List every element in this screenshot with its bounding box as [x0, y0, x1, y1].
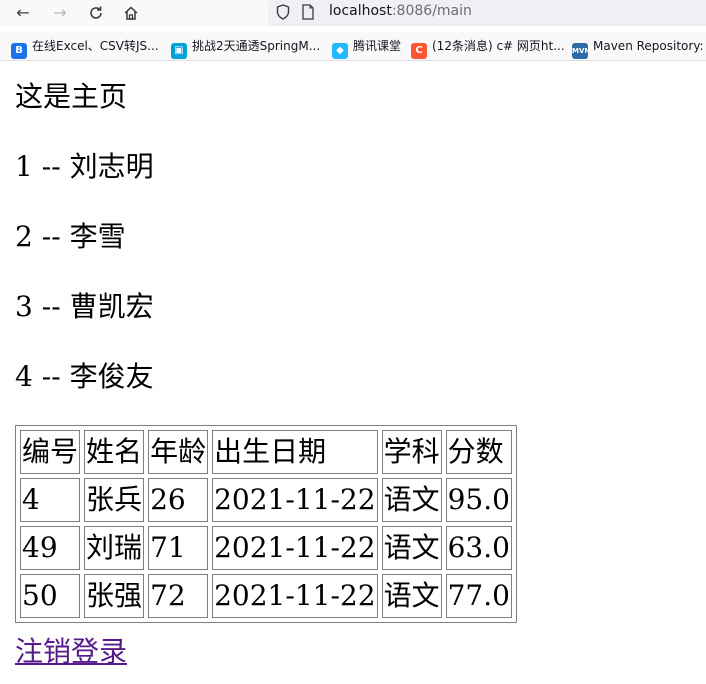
header-cell-birthdate: 出生日期: [212, 430, 378, 474]
cell-id: 49: [20, 526, 81, 570]
table-header-row: 编号 姓名 年龄 出生日期 学科 分数: [20, 430, 512, 474]
cell-name: 张兵: [84, 478, 145, 522]
user-separator: --: [32, 150, 70, 183]
header-cell-age: 年龄: [148, 430, 209, 474]
header-cell-id: 编号: [20, 430, 81, 474]
bookmark-item[interactable]: ▣ 挑战2天通透SpringM...: [171, 37, 321, 59]
user-separator: --: [32, 290, 70, 323]
cell-birthdate: 2021-11-22: [212, 478, 378, 522]
user-separator: --: [32, 360, 70, 393]
url-host: localhost: [329, 3, 392, 19]
bookmark-label: 挑战2天通透SpringM...: [192, 39, 321, 53]
bookmark-label: 在线Excel、CSV转JS...: [32, 39, 159, 53]
user-id: 2: [15, 220, 33, 253]
cell-age: 71: [148, 526, 209, 570]
bookmark-item[interactable]: B 在线Excel、CSV转JS...: [11, 37, 159, 59]
user-id: 4: [15, 360, 33, 393]
header-cell-subject: 学科: [381, 430, 442, 474]
page-info-icon[interactable]: [302, 4, 314, 20]
bookmark-label: 腾讯课堂: [353, 39, 402, 53]
bookmark-item[interactable]: ◆ 腾讯课堂: [332, 37, 402, 59]
mvn-icon: MVN: [572, 43, 590, 59]
user-line: 1 -- 刘志明: [15, 150, 154, 184]
page-title-text: 这是主页: [15, 80, 128, 113]
user-separator: --: [32, 220, 70, 253]
bookmarks-bar: B 在线Excel、CSV转JS... ▣ 挑战2天通透SpringM... ◆ 腾讯…: [0, 32, 706, 61]
bookmark-label: (12条消息) c# 网页ht...: [432, 39, 565, 53]
user-line: 2 -- 李雪: [15, 220, 126, 254]
user-id: 3: [15, 290, 33, 323]
tracking-protection-shield-icon[interactable]: [276, 4, 290, 20]
cell-score: 63.0: [445, 526, 512, 570]
user-name: 刘志明: [69, 150, 154, 183]
cell-score: 77.0: [445, 574, 512, 618]
header-cell-name: 姓名: [84, 430, 145, 474]
cell-name: 张强: [84, 574, 145, 618]
table-row: 4 张兵 26 2021-11-22 语文 95.0: [20, 478, 512, 522]
cell-name: 刘瑞: [84, 526, 145, 570]
home-icon[interactable]: [120, 2, 142, 24]
user-line: 3 -- 曹凯宏: [15, 290, 154, 324]
bilibili-icon: ▣: [171, 43, 187, 59]
address-bar[interactable]: localhost:8086/main: [268, 0, 706, 26]
cell-id: 50: [20, 574, 81, 618]
cell-birthdate: 2021-11-22: [212, 574, 378, 618]
logout-link[interactable]: 注销登录: [15, 634, 127, 670]
user-line: 4 -- 李俊友: [15, 360, 154, 394]
cell-subject: 语文: [381, 574, 442, 618]
cell-subject: 语文: [381, 478, 442, 522]
cell-birthdate: 2021-11-22: [212, 526, 378, 570]
url-text[interactable]: localhost:8086/main: [329, 3, 472, 19]
page-title: 这是主页: [15, 80, 127, 114]
forward-arrow-icon[interactable]: →: [49, 2, 71, 24]
scores-table: 编号 姓名 年龄 出生日期 学科 分数 4 张兵 26 2021-11-22 语…: [15, 425, 517, 623]
table-row: 49 刘瑞 71 2021-11-22 语文 63.0: [20, 526, 512, 570]
reload-icon[interactable]: [85, 2, 107, 24]
cell-age: 26: [148, 478, 209, 522]
browser-toolbar: ← → localhost:8086/main: [0, 0, 706, 26]
csdn-icon: C: [411, 43, 427, 59]
cell-subject: 语文: [381, 526, 442, 570]
tencent-classroom-icon: ◆: [332, 43, 348, 59]
url-path: :8086/main: [391, 3, 472, 19]
header-cell-score: 分数: [445, 430, 512, 474]
bookmark-label: Maven Repository:: [593, 39, 704, 53]
cell-id: 4: [20, 478, 81, 522]
bookmark-item[interactable]: MVN Maven Repository:: [572, 37, 704, 59]
cell-age: 72: [148, 574, 209, 618]
table-row: 50 张强 72 2021-11-22 语文 77.0: [20, 574, 512, 618]
cell-score: 95.0: [445, 478, 512, 522]
bookmark-item[interactable]: C (12条消息) c# 网页ht...: [411, 37, 565, 59]
user-name: 李俊友: [69, 360, 154, 393]
back-arrow-icon[interactable]: ←: [12, 2, 34, 24]
user-name: 曹凯宏: [69, 290, 154, 323]
bj-bookmark-icon: B: [11, 43, 27, 59]
user-name: 李雪: [69, 220, 126, 253]
user-id: 1: [15, 150, 33, 183]
